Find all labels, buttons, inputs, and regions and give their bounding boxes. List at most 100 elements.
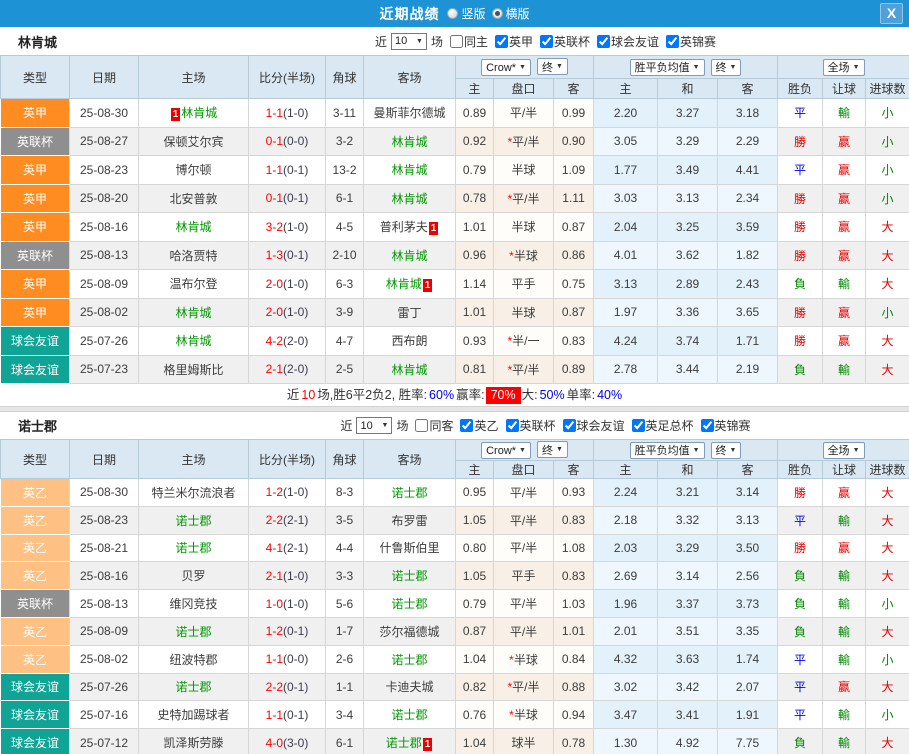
handicap-result-cell: 輸 xyxy=(823,99,866,128)
summary-segment: 50% xyxy=(539,387,566,404)
recent-count-select-value: 10 xyxy=(360,420,372,432)
corner-cell: 4-7 xyxy=(326,327,364,356)
final-avg-select[interactable]: 终▼ xyxy=(711,59,742,76)
team-name-text: 贝罗 xyxy=(181,569,205,583)
date-cell: 25-07-26 xyxy=(70,327,139,356)
handicap-cell: *半球 xyxy=(494,701,554,729)
score-cell: 4-1(2-1) xyxy=(249,534,326,562)
goals-result-cell: 大 xyxy=(866,617,909,645)
handicap-result-cell: 輸 xyxy=(823,562,866,590)
avg-odds-cell-0: 4.24 xyxy=(594,327,658,356)
odds-home-cell: 1.04 xyxy=(456,645,494,673)
sections-container: 林肯城近10▼场同主英甲英联杯球会友谊英锦赛类型日期主场比分(半场)角球客场Cr… xyxy=(0,27,909,754)
league-checkbox-4[interactable] xyxy=(701,419,714,432)
odds-source-select-value: Crow* xyxy=(486,445,516,457)
handicap-result-cell: 輸 xyxy=(823,270,866,299)
team-name-text: 纽波特郡 xyxy=(169,653,217,667)
odds-home-cell: 1.04 xyxy=(456,729,494,754)
goals-result-cell: 大 xyxy=(866,241,909,270)
goals-result-cell: 小 xyxy=(866,99,909,128)
score-cell: 0-1(0-1) xyxy=(249,184,326,213)
avg-odds-select[interactable]: 胜平负均值▼ xyxy=(630,442,705,459)
recent-count-select[interactable]: 10▼ xyxy=(391,33,427,50)
team-name-text: 林肯城 xyxy=(386,277,422,291)
match-scope-select[interactable]: 全场▼ xyxy=(823,59,865,76)
summary-segment: 场,胜6平2负2, 胜率: xyxy=(316,387,428,404)
column-header: 客场 xyxy=(364,440,456,479)
odds-source-select-value: Crow* xyxy=(486,62,516,74)
date-cell: 25-08-02 xyxy=(70,298,139,327)
handicap-cell: 半球 xyxy=(494,213,554,242)
filter-controls: 近10▼场同主英甲英联杯球会友谊英锦赛 xyxy=(182,33,909,50)
league-checkbox-2[interactable] xyxy=(563,419,576,432)
avg-odds-cell-1: 3.42 xyxy=(658,673,718,701)
chevron-down-icon: ▼ xyxy=(382,422,389,429)
goals-result-cell: 大 xyxy=(866,479,909,507)
league-checkbox-0[interactable] xyxy=(495,35,508,48)
league-checkbox-0[interactable] xyxy=(460,419,473,432)
home-team-cell: 诺士郡 xyxy=(139,617,249,645)
handicap-result-cell: 輸 xyxy=(823,645,866,673)
odds-source-select[interactable]: Crow*▼ xyxy=(481,59,531,76)
odds-home-cell: 0.82 xyxy=(456,673,494,701)
page-title: 近期战绩 xyxy=(379,4,439,24)
avg-odds-cell-1: 3.32 xyxy=(658,506,718,534)
avg-odds-cell-1: 3.37 xyxy=(658,590,718,618)
league-type-cell: 英甲 xyxy=(1,184,70,213)
layout-radio-label[interactable]: 横版 xyxy=(506,5,530,22)
corner-cell: 4-4 xyxy=(326,534,364,562)
away-team-cell: 林肯城 xyxy=(364,355,456,384)
avg-odds-cell-1: 4.92 xyxy=(658,729,718,754)
away-team-cell: 卡迪夫城 xyxy=(364,673,456,701)
same-venue-checkbox[interactable] xyxy=(450,35,463,48)
date-cell: 25-08-20 xyxy=(70,184,139,213)
final-avg-select-value: 终 xyxy=(716,59,727,75)
avg-odds-cell-1: 3.74 xyxy=(658,327,718,356)
home-team-cell: 纽波特郡 xyxy=(139,645,249,673)
layout-radio-vertical[interactable] xyxy=(447,8,458,19)
same-venue-checkbox[interactable] xyxy=(415,419,428,432)
final-odds-select-value: 终 xyxy=(542,442,553,458)
team-name-text: 莎尔福德城 xyxy=(379,625,439,639)
table-row: 球会友谊25-07-26林肯城4-2(2-0)4-7西布朗0.93*半/一0.8… xyxy=(1,327,909,356)
summary-segment: 单率: xyxy=(566,387,596,404)
league-type-cell: 英甲 xyxy=(1,213,70,242)
result-cell: 負 xyxy=(778,617,823,645)
league-checkbox-1[interactable] xyxy=(506,419,519,432)
score-cell: 2-1(2-0) xyxy=(249,355,326,384)
goals-result-cell: 大 xyxy=(866,562,909,590)
final-avg-select[interactable]: 终▼ xyxy=(711,442,742,459)
chevron-down-icon: ▼ xyxy=(730,64,737,71)
handicap-cell: 半球 xyxy=(494,298,554,327)
league-checkbox-2[interactable] xyxy=(597,35,610,48)
odds-away-cell: 1.11 xyxy=(554,184,594,213)
layout-radio-label[interactable]: 竖版 xyxy=(461,5,485,22)
league-checkbox-1[interactable] xyxy=(540,35,553,48)
match-scope-select[interactable]: 全场▼ xyxy=(823,442,865,459)
league-checkbox-3[interactable] xyxy=(632,419,645,432)
avg-odds-select[interactable]: 胜平负均值▼ xyxy=(630,59,705,76)
scope-group-header: 全场▼ xyxy=(778,56,909,79)
table-row: 英乙25-08-02纽波特郡1-1(0-0)2-6诺士郡1.04*半球0.844… xyxy=(1,645,909,673)
final-odds-select[interactable]: 终▼ xyxy=(537,58,568,75)
odds-source-select[interactable]: Crow*▼ xyxy=(481,442,531,459)
home-team-cell: 贝罗 xyxy=(139,562,249,590)
section-filter-row: 诺士郡近10▼场同客英乙英联杯球会友谊英足总杯英锦赛 xyxy=(0,412,909,439)
layout-radio-horizontal[interactable] xyxy=(492,8,503,19)
final-odds-select[interactable]: 终▼ xyxy=(537,441,568,458)
handicap-cell: 球半 xyxy=(494,729,554,754)
recent-label: 近 xyxy=(340,417,352,434)
avg-group-header: 胜平负均值▼ 终▼ xyxy=(594,56,778,79)
chevron-down-icon: ▼ xyxy=(556,446,563,453)
close-button[interactable]: X xyxy=(880,3,903,24)
stats-summary: 近10场,胜6平2负2, 胜率:60% 赢率:70% 大:50% 单率:40% xyxy=(0,384,909,406)
date-cell: 25-07-16 xyxy=(70,701,139,729)
scope-group-header: 全场▼ xyxy=(778,440,909,461)
away-team-cell: 林肯城 xyxy=(364,184,456,213)
league-type-cell: 英乙 xyxy=(1,617,70,645)
recent-count-select[interactable]: 10 ▼ xyxy=(356,417,392,434)
table-row: 英甲25-08-09温布尔登2-0(1-0)6-3林肯城11.14平手0.753… xyxy=(1,270,909,299)
handicap-result-cell: 輸 xyxy=(823,617,866,645)
sub-column-header: 主 xyxy=(456,461,494,479)
league-checkbox-3[interactable] xyxy=(666,35,679,48)
